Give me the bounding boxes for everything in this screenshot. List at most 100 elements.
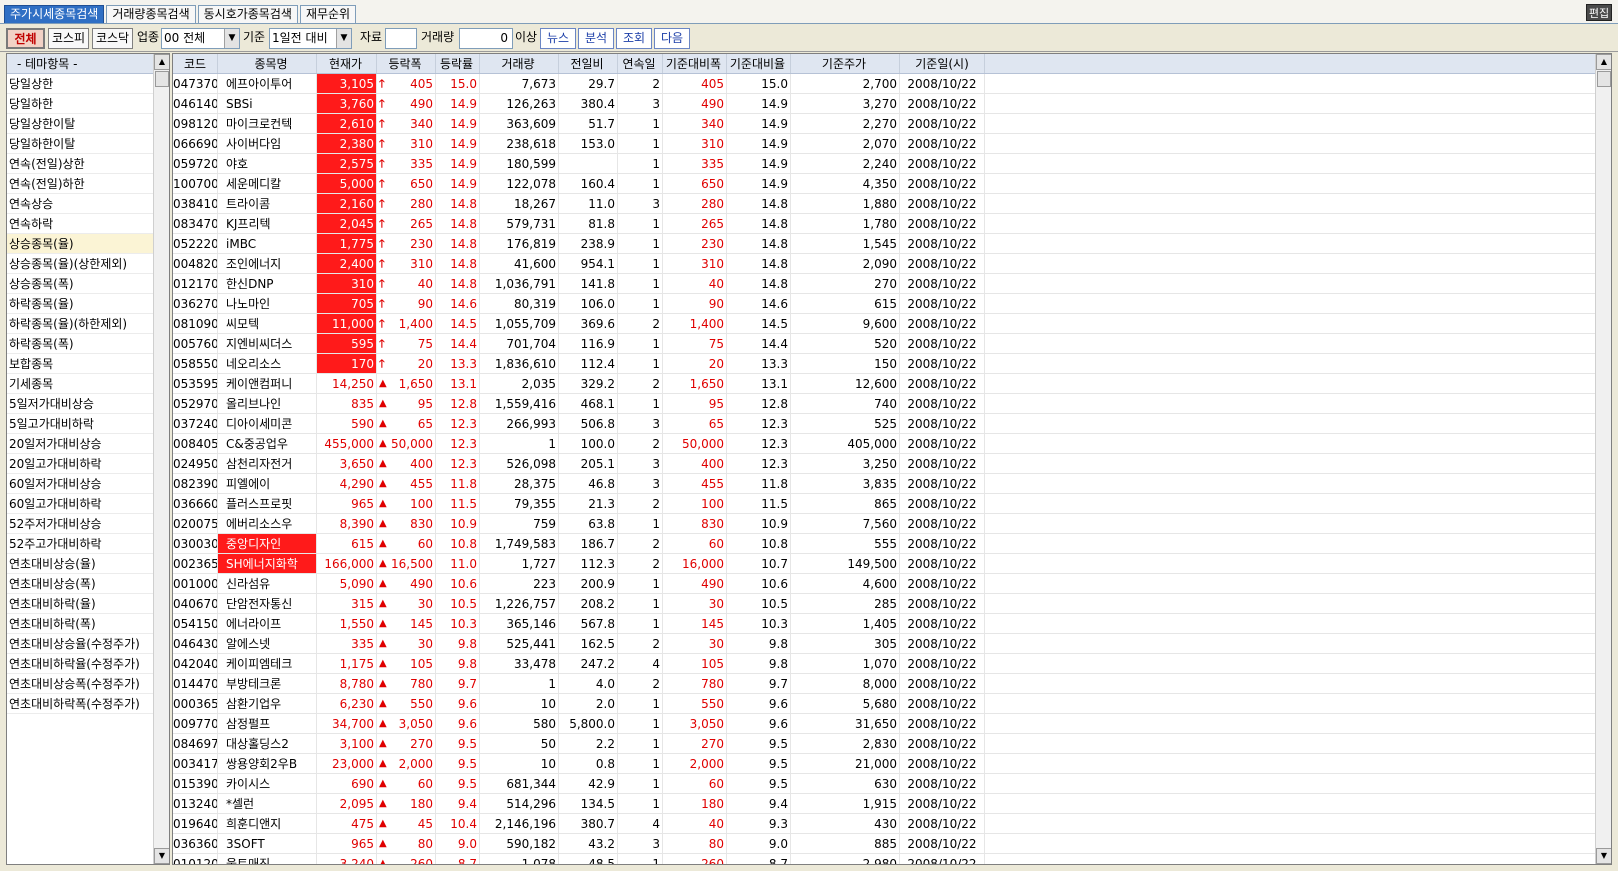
table-row[interactable]: 082390 피엘에이 4,290 ▲ 455 11.8 28,375 46.8 3 455 11.… [173, 474, 1597, 494]
table-row[interactable]: 059720 야호 2,575 🡑 335 14.9 180,599 1 335 14.9 2,24… [173, 154, 1597, 174]
table-row[interactable]: 038410 트라이콤 2,160 🡑 280 14.8 18,267 11.0 3 280 14.… [173, 194, 1597, 214]
table-row[interactable]: 084697 대상홀딩스2 3,100 ▲ 270 9.5 50 2.2 1 270 9.5 2,83… [173, 734, 1597, 754]
theme-item[interactable]: 52주고가대비하락 [7, 534, 154, 554]
table-row[interactable]: 052220 iMBC 1,775 🡑 230 14.8 176,819 238.9 1 230 1… [173, 234, 1597, 254]
market-kospi-button[interactable]: 코스피 [48, 28, 89, 49]
theme-item[interactable]: 연초대비하락(율) [7, 594, 154, 614]
table-row[interactable]: 046430 알에스넷 335 ▲ 30 9.8 525,441 162.5 2 30 9.8 305… [173, 634, 1597, 654]
theme-item[interactable]: 52주저가대비상승 [7, 514, 154, 534]
theme-item[interactable]: 당일상한 [7, 74, 154, 94]
table-row[interactable]: 012170 한신DNP 310 🡑 40 14.8 1,036,791 141.8 1 40 14… [173, 274, 1597, 294]
table-row[interactable]: 015390 카이시스 690 ▲ 60 9.5 681,344 42.9 1 60 9.5 630 2… [173, 774, 1597, 794]
table-row[interactable]: 004820 조인에너지 2,400 🡑 310 14.8 41,600 954.1 1 310 1… [173, 254, 1597, 274]
table-row[interactable]: 020075 에버리소스우 8,390 ▲ 830 10.9 759 63.8 1 830 10.9… [173, 514, 1597, 534]
table-row[interactable]: 010120 울트매직 3,240 ▲ 260 8.7 1,078 48.5 1 260 8.7 2,… [173, 854, 1597, 864]
query-button[interactable]: 조회 [616, 28, 652, 49]
table-row[interactable]: 100700 세운메디칼 5,000 🡑 650 14.9 122,078 160.4 1 650… [173, 174, 1597, 194]
column-header[interactable]: 거래량 [480, 54, 559, 73]
theme-item[interactable]: 연속(전일)하한 [7, 174, 154, 194]
table-row[interactable]: 013240 *셀런 2,095 ▲ 180 9.4 514,296 134.5 1 180 9.4… [173, 794, 1597, 814]
table-row[interactable]: 008405 C&중공업우 455,000 ▲ 50,000 12.3 1 100.0 2 50,… [173, 434, 1597, 454]
theme-item[interactable]: 연초대비하락율(수정주가) [7, 654, 154, 674]
theme-item[interactable]: 상승종목(폭) [7, 274, 154, 294]
theme-item[interactable]: 연초대비하락(폭) [7, 614, 154, 634]
column-header[interactable]: 현재가 [317, 54, 377, 73]
scroll-up-icon[interactable]: ▲ [154, 54, 169, 70]
theme-item[interactable]: 연속상승 [7, 194, 154, 214]
table-row[interactable]: 058550 네오리소스 170 🡑 20 13.3 1,836,610 112.4 1 20 13… [173, 354, 1597, 374]
column-header[interactable]: 기준주가 [791, 54, 900, 73]
table-row[interactable]: 030030 중앙디자인 615 ▲ 60 10.8 1,749,583 186.7 2 60 10… [173, 534, 1597, 554]
basis-select[interactable]: 1일전 대비 ▼ [269, 28, 352, 49]
theme-item[interactable]: 기세종목 [7, 374, 154, 394]
theme-item[interactable]: 하락종목(율) [7, 294, 154, 314]
table-row[interactable]: 001000 신라섬유 5,090 ▲ 490 10.6 223 200.9 1 490 10.6 4… [173, 574, 1597, 594]
grid-scrollbar[interactable]: ▲ ▼ [1595, 54, 1611, 864]
news-button[interactable]: 뉴스 [540, 28, 576, 49]
theme-item[interactable]: 연초대비상승율(수정주가) [7, 634, 154, 654]
industry-select[interactable]: 00 전체 ▼ [161, 28, 240, 49]
theme-item[interactable]: 연속하락 [7, 214, 154, 234]
scroll-up-icon[interactable]: ▲ [1596, 54, 1611, 70]
table-row[interactable]: 002365 SH에너지화학 166,000 ▲ 16,500 11.0 1,727 112.… [173, 554, 1597, 574]
theme-item[interactable]: 연초대비상승(율) [7, 554, 154, 574]
table-row[interactable]: 040670 단암전자통신 315 ▲ 30 10.5 1,226,757 208.2 1 30 1… [173, 594, 1597, 614]
theme-item[interactable]: 연초대비상승(폭) [7, 574, 154, 594]
table-row[interactable]: 042040 케이피엠테크 1,175 ▲ 105 9.8 33,478 247.2 4 105 9… [173, 654, 1597, 674]
tab-1[interactable]: 거래량종목검색 [106, 5, 196, 23]
theme-item[interactable]: 당일하한이탈 [7, 134, 154, 154]
theme-item[interactable]: 연초대비하락폭(수정주가) [7, 694, 154, 714]
analysis-button[interactable]: 분석 [578, 28, 614, 49]
market-kosdaq-button[interactable]: 코스닥 [92, 28, 133, 49]
column-header[interactable]: 연속일 [618, 54, 663, 73]
column-header[interactable]: 기준대비율 [727, 54, 791, 73]
tab-0[interactable]: 주가시세종목검색 [4, 5, 105, 23]
theme-item[interactable]: 연속(전일)상한 [7, 154, 154, 174]
theme-item[interactable]: 상승종목(율)(상한제외) [7, 254, 154, 274]
column-header[interactable]: 코드 [173, 54, 218, 73]
theme-item[interactable]: 하락종목(폭) [7, 334, 154, 354]
theme-item[interactable]: 당일하한 [7, 94, 154, 114]
theme-item[interactable]: 당일상한이탈 [7, 114, 154, 134]
column-header[interactable]: 기준대비폭 [663, 54, 727, 73]
next-button[interactable]: 다음 [654, 28, 690, 49]
table-row[interactable]: 005760 지엔비씨더스 595 🡑 75 14.4 701,704 116.9 1 75 14.… [173, 334, 1597, 354]
theme-item[interactable]: 상승종목(율) [7, 234, 154, 254]
table-row[interactable]: 036270 나노마인 705 🡑 90 14.6 80,319 106.0 1 90 14.6 61… [173, 294, 1597, 314]
table-row[interactable]: 052970 올리브나인 835 ▲ 95 12.8 1,559,416 468.1 1 95 12… [173, 394, 1597, 414]
scroll-thumb[interactable] [1597, 71, 1611, 87]
table-row[interactable]: 098120 마이크로컨텍 2,610 🡑 340 14.9 363,609 51.7 1 340… [173, 114, 1597, 134]
theme-item[interactable]: 보합종목 [7, 354, 154, 374]
table-row[interactable]: 024950 삼천리자전거 3,650 ▲ 400 12.3 526,098 205.1 3 40… [173, 454, 1597, 474]
tab-2[interactable]: 동시호가종목검색 [197, 5, 298, 23]
table-row[interactable]: 000365 삼환기업우 6,230 ▲ 550 9.6 10 2.0 1 550 9.6 5,680… [173, 694, 1597, 714]
theme-item[interactable]: 5일고가대비하락 [7, 414, 154, 434]
table-row[interactable]: 003417 쌍용양회2우B 23,000 ▲ 2,000 9.5 10 0.8 1 2,000 9… [173, 754, 1597, 774]
table-row[interactable]: 009770 삼정펄프 34,700 ▲ 3,050 9.6 580 5,800.0 1 3,05… [173, 714, 1597, 734]
table-row[interactable]: 053595 케이앤컴퍼니 14,250 ▲ 1,650 13.1 2,035 329.2 2 1… [173, 374, 1597, 394]
table-row[interactable]: 054150 에너라이프 1,550 ▲ 145 10.3 365,146 567.8 1 145… [173, 614, 1597, 634]
scroll-down-icon[interactable]: ▼ [154, 848, 169, 864]
table-row[interactable]: 019640 희훈디앤지 475 ▲ 45 10.4 2,146,196 380.7 4 40 9.… [173, 814, 1597, 834]
table-row[interactable]: 037240 디아이세미콘 590 ▲ 65 12.3 266,993 506.8 3 65 12.… [173, 414, 1597, 434]
table-row[interactable]: 036360 3SOFT 965 ▲ 80 9.0 590,182 43.2 3 80 9.0 885… [173, 834, 1597, 854]
theme-scrollbar[interactable]: ▲ ▼ [153, 54, 169, 864]
table-row[interactable]: 047370 에프아이투어 3,105 🡑 405 15.0 7,673 29.7 2 405 15… [173, 74, 1597, 94]
theme-item[interactable]: 60일고가대비하락 [7, 494, 154, 514]
market-all-button[interactable]: 전체 [6, 28, 45, 49]
table-row[interactable]: 036660 플러스프로핏 965 ▲ 100 11.5 79,355 21.3 2 100 11.… [173, 494, 1597, 514]
table-row[interactable]: 014470 부방테크론 8,780 ▲ 780 9.7 1 4.0 2 780 9.7 8,000 2… [173, 674, 1597, 694]
data-input[interactable] [385, 28, 417, 49]
theme-item[interactable]: 연초대비상승폭(수정주가) [7, 674, 154, 694]
column-header[interactable]: 기준일(시) [900, 54, 985, 73]
column-header[interactable]: 전일비 [559, 54, 618, 73]
theme-item[interactable]: 하락종목(율)(하한제외) [7, 314, 154, 334]
theme-item[interactable]: 20일저가대비상승 [7, 434, 154, 454]
volume-input[interactable]: 0 [459, 28, 513, 49]
scroll-thumb[interactable] [155, 71, 169, 87]
column-header[interactable]: 등락률 [436, 54, 480, 73]
edit-button[interactable]: 편집 [1586, 4, 1612, 21]
scroll-down-icon[interactable]: ▼ [1596, 848, 1611, 864]
table-row[interactable]: 081090 씨모텍 11,000 🡑 1,400 14.5 1,055,709 369.6 2… [173, 314, 1597, 334]
tab-3[interactable]: 재무순위 [299, 5, 357, 23]
